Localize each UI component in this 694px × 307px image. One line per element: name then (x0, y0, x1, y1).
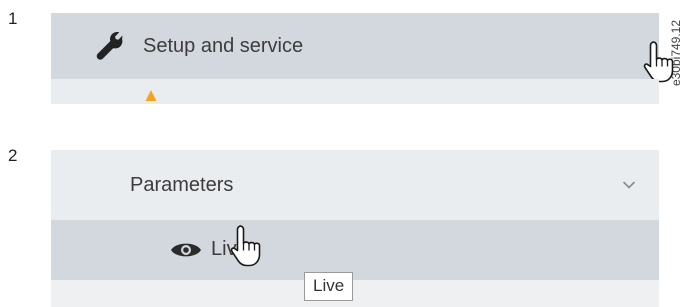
next-row (51, 280, 659, 307)
parameters-item-live[interactable]: Live (51, 220, 659, 280)
chevron-down-icon[interactable] (622, 180, 636, 190)
hand-pointer-icon (230, 225, 261, 267)
setup-panel: Setup and service (51, 13, 674, 104)
menu-item-setup-and-service[interactable]: Setup and service (51, 13, 674, 83)
menu-item-label: Setup and service (143, 35, 304, 57)
section-parameters[interactable]: Parameters (51, 150, 659, 220)
section-label: Parameters (130, 174, 234, 196)
step-number-2: 2 (8, 146, 18, 165)
wrench-icon (96, 32, 123, 60)
parameters-panel: Parameters Live (51, 150, 659, 307)
step-number-1: 1 (8, 9, 18, 28)
hand-pointer-icon (643, 41, 674, 83)
tooltip: Live (304, 272, 354, 301)
partial-row (51, 79, 659, 104)
eye-icon (171, 243, 201, 257)
warning-icon (145, 90, 157, 101)
